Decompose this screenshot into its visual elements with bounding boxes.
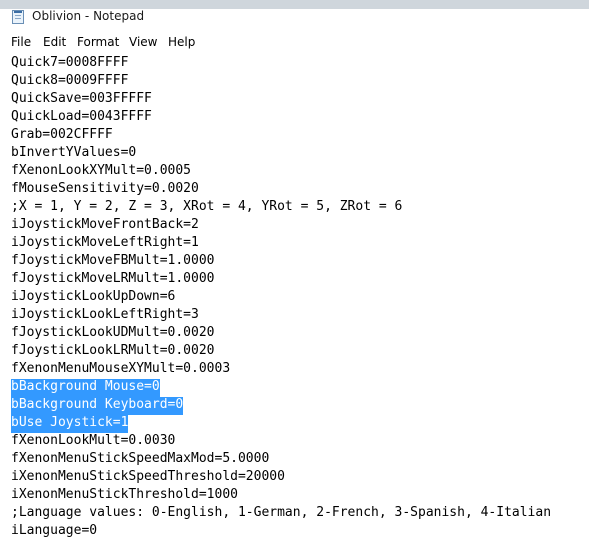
text-line[interactable]: ;Language values: 0-English, 1-German, 2… bbox=[11, 505, 551, 523]
text-line[interactable]: Quick8=0009FFFF bbox=[11, 73, 128, 91]
text-line[interactable]: fJoystickMoveFBMult=1.0000 bbox=[11, 253, 215, 271]
text-line[interactable]: iJoystickMoveFrontBack=2 bbox=[11, 217, 199, 235]
text-line[interactable]: fXenonLookMult=0.0030 bbox=[11, 433, 175, 451]
text-line[interactable]: fXenonMenuStickSpeedMaxMod=5.0000 bbox=[11, 451, 269, 469]
text-line[interactable]: iJoystickMoveLeftRight=1 bbox=[11, 235, 199, 253]
text-line[interactable]: bInvertYValues=0 bbox=[11, 145, 136, 163]
menu-help[interactable]: Help bbox=[168, 35, 195, 49]
text-line[interactable]: QuickLoad=0043FFFF bbox=[11, 109, 152, 127]
text-line[interactable]: iLanguage=0 bbox=[11, 523, 97, 541]
text-line[interactable]: iXenonMenuStickThreshold=1000 bbox=[11, 487, 238, 505]
text-editor-area[interactable]: Quick7=0008FFFF Quick8=0009FFFF QuickSave=… bbox=[0, 53, 589, 551]
notepad-icon bbox=[12, 10, 24, 24]
selected-text-line[interactable]: bUse Joystick=1 bbox=[11, 415, 129, 433]
menu-edit[interactable]: Edit bbox=[43, 35, 66, 49]
selected-text-line[interactable]: bBackground Keyboard=0 bbox=[11, 397, 184, 415]
title-bar[interactable]: Oblivion - Notepad bbox=[0, 0, 589, 33]
text-line[interactable]: fXenonMenuMouseXYMult=0.0003 bbox=[11, 361, 230, 379]
text-line[interactable]: fJoystickLookUDMult=0.0020 bbox=[11, 325, 215, 343]
menu-format[interactable]: Format bbox=[77, 35, 119, 49]
window-title: Oblivion - Notepad bbox=[32, 9, 145, 23]
menu-bar: File Edit Format View Help bbox=[0, 33, 589, 52]
text-line[interactable]: Grab=002CFFFF bbox=[11, 127, 113, 145]
text-line[interactable]: Quick7=0008FFFF bbox=[11, 55, 128, 73]
text-line[interactable]: fJoystickLookLRMult=0.0020 bbox=[11, 343, 215, 361]
selected-text-line[interactable]: bBackground Mouse=0 bbox=[11, 379, 160, 397]
background-strip bbox=[0, 0, 589, 9]
menu-file[interactable]: File bbox=[11, 35, 31, 49]
text-line[interactable]: fMouseSensitivity=0.0020 bbox=[11, 181, 199, 199]
text-line[interactable]: ;X = 1, Y = 2, Z = 3, XRot = 4, YRot = 5… bbox=[11, 199, 402, 217]
text-line[interactable]: fXenonLookXYMult=0.0005 bbox=[11, 163, 191, 181]
text-line[interactable]: iJoystickLookUpDown=6 bbox=[11, 289, 175, 307]
text-line[interactable]: QuickSave=003FFFFF bbox=[11, 91, 152, 109]
text-line[interactable]: iJoystickLookLeftRight=3 bbox=[11, 307, 199, 325]
text-line[interactable]: fJoystickMoveLRMult=1.0000 bbox=[11, 271, 215, 289]
menu-view[interactable]: View bbox=[129, 35, 157, 49]
text-line[interactable]: iXenonMenuStickSpeedThreshold=20000 bbox=[11, 469, 285, 487]
